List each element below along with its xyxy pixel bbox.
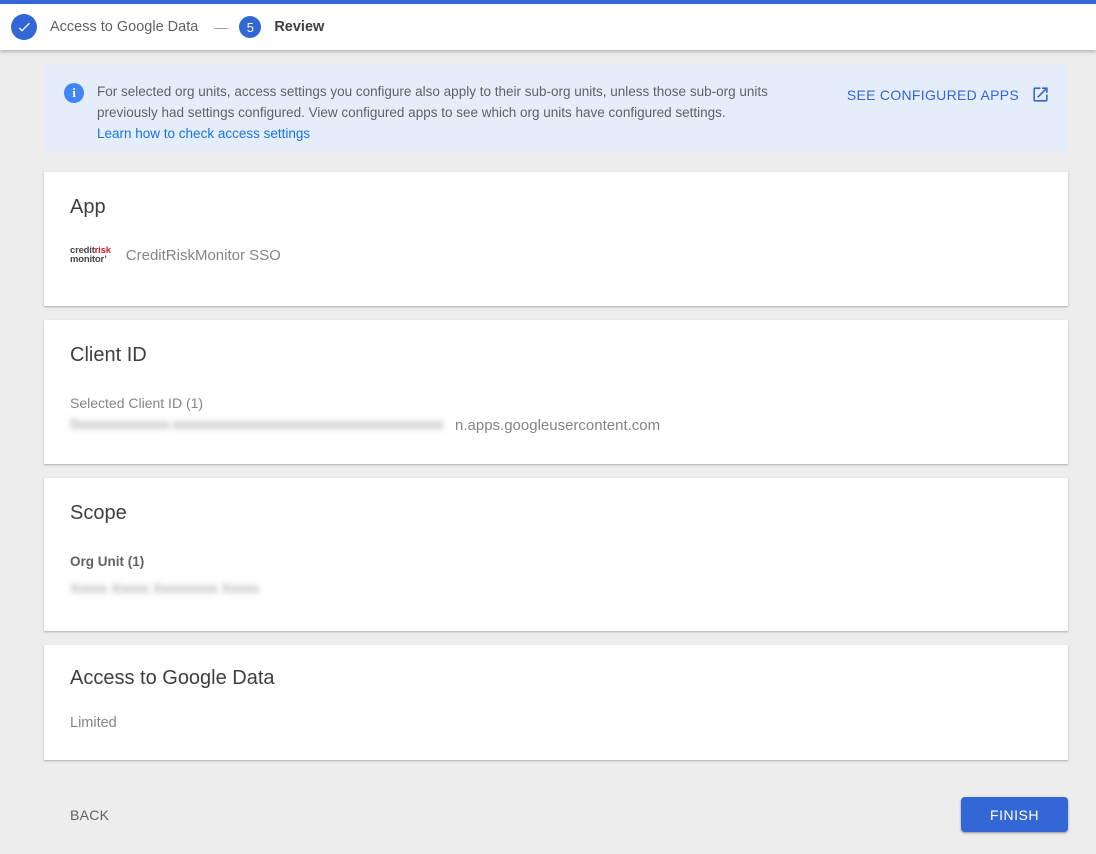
- scope-card-title: Scope: [70, 502, 127, 524]
- org-unit-label: Org Unit (1): [70, 554, 145, 569]
- info-banner-message: For selected org units, access settings …: [97, 84, 768, 120]
- client-id-suffix: n.apps.googleusercontent.com: [455, 417, 661, 434]
- app-card: App creditrisk monitor’ CreditRiskMonito…: [44, 172, 1068, 306]
- step-completed-check-icon: [11, 14, 37, 40]
- stepper-header: Access to Google Data — 5 Review: [0, 4, 1096, 50]
- finish-button[interactable]: FINISH: [961, 797, 1068, 832]
- client-id-card: Client ID Selected Client ID (1) 5xxxxxx…: [44, 320, 1068, 464]
- app-card-title: App: [70, 196, 106, 218]
- client-id-value: 5xxxxxxxxxxxx-xxxxxxxxxxxxxxxxxxxxxxxxxx…: [70, 416, 1042, 434]
- see-configured-apps-label: SEE CONFIGURED APPS: [846, 86, 1019, 103]
- access-value: Limited: [70, 715, 117, 731]
- info-icon: i: [64, 83, 84, 103]
- selected-client-id-label: Selected Client ID (1): [70, 395, 204, 411]
- app-name: CreditRiskMonitor SSO: [125, 246, 281, 264]
- client-id-card-title: Client ID: [70, 344, 147, 366]
- access-card: Access to Google Data Limited: [44, 645, 1068, 760]
- see-configured-apps-button[interactable]: SEE CONFIGURED APPS: [847, 85, 1050, 104]
- org-unit-redacted: Xxxxx Xxxxx Xxxxxxxxx Xxxxx: [70, 580, 260, 596]
- access-card-title: Access to Google Data: [70, 667, 275, 689]
- info-banner: i For selected org units, access setting…: [44, 64, 1068, 152]
- step-separator: —: [214, 19, 228, 35]
- creditriskmonitor-logo: creditrisk monitor’: [70, 246, 111, 265]
- app-row: creditrisk monitor’ CreditRiskMonitor SS…: [70, 246, 1042, 265]
- logo-word-monitor: monitor’: [70, 254, 107, 265]
- step-label-review: Review: [274, 19, 325, 35]
- stepper-step-access-to-google-data[interactable]: Access to Google Data: [11, 14, 198, 40]
- step-label-access-to-google-data: Access to Google Data: [50, 19, 199, 35]
- client-id-redacted: 5xxxxxxxxxxxx-xxxxxxxxxxxxxxxxxxxxxxxxxx…: [70, 416, 444, 433]
- back-button[interactable]: BACK: [70, 807, 109, 823]
- org-unit-value: Xxxxx Xxxxx Xxxxxxxxx Xxxxx: [70, 578, 1042, 596]
- info-banner-text: For selected org units, access settings …: [97, 81, 809, 144]
- footer-actions: BACK FINISH: [44, 797, 1068, 832]
- learn-how-link[interactable]: Learn how to check access settings: [97, 123, 310, 144]
- stepper-step-review[interactable]: 5 Review: [239, 16, 324, 38]
- step-number-badge: 5: [239, 16, 262, 38]
- scope-card: Scope Org Unit (1) Xxxxx Xxxxx Xxxxxxxxx…: [44, 478, 1068, 631]
- page-content: i For selected org units, access setting…: [0, 50, 1096, 832]
- open-in-new-icon: [1033, 87, 1048, 102]
